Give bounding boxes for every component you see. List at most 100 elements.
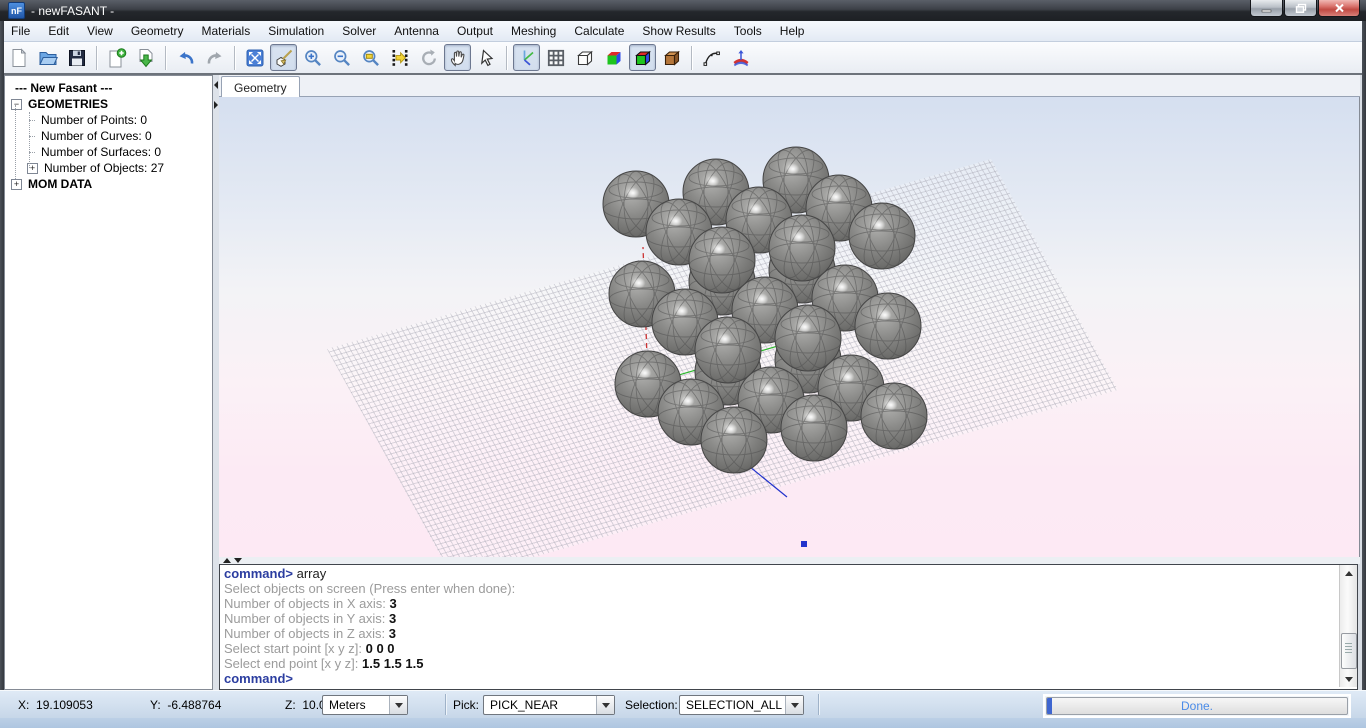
tree-item-geometries[interactable]: −GEOMETRIES — [9, 96, 212, 112]
minimize-icon — [1261, 4, 1273, 13]
tree-item-label: Number of Curves: 0 — [39, 129, 154, 143]
undo-button[interactable] — [172, 44, 199, 71]
expand-box-icon[interactable]: + — [11, 179, 22, 190]
pick-value: PICK_NEAR — [484, 698, 596, 712]
toolbar — [0, 42, 1366, 73]
units-dropdown-button[interactable] — [389, 696, 407, 714]
view-shaded-button[interactable] — [600, 44, 627, 71]
units-select[interactable]: Meters — [322, 695, 408, 715]
frame-step-icon — [390, 48, 410, 68]
select-cursor-button[interactable] — [473, 44, 500, 71]
menu-geometry[interactable]: Geometry — [122, 22, 193, 40]
toolbar-separator — [691, 46, 692, 70]
collapse-box-icon[interactable]: − — [11, 99, 22, 110]
tab-geometry[interactable]: Geometry — [221, 76, 300, 98]
rotate-view-button[interactable] — [415, 44, 442, 71]
coord-x: X: 19.109053 — [18, 698, 93, 712]
zoom-in-button[interactable] — [299, 44, 326, 71]
open-file-icon — [38, 48, 58, 68]
console-scrollbar[interactable] — [1339, 565, 1357, 687]
window-bottom-border — [0, 718, 1366, 728]
scroll-up-button[interactable] — [1340, 565, 1357, 581]
restore-icon — [1295, 3, 1307, 13]
chevron-down-icon — [395, 703, 403, 708]
zoom-in-icon — [303, 48, 323, 68]
collapse-left-arrow-icon[interactable] — [214, 81, 218, 89]
scrollbar-thumb[interactable] — [1341, 633, 1357, 669]
restore-button[interactable] — [1284, 0, 1317, 17]
tree-item-mom-data[interactable]: +MOM DATA — [9, 176, 212, 192]
collapse-down-arrow-icon[interactable] — [234, 558, 242, 563]
viewport-3d[interactable] — [219, 97, 1360, 557]
tree-item-new-fasant[interactable]: --- New Fasant --- — [9, 80, 212, 96]
zoom-out-button[interactable] — [328, 44, 355, 71]
frame-step-button[interactable] — [386, 44, 413, 71]
menu-show-results[interactable]: Show Results — [633, 22, 724, 40]
scroll-down-button[interactable] — [1340, 671, 1357, 687]
menu-calculate[interactable]: Calculate — [565, 22, 633, 40]
tree-item-label: --- New Fasant --- — [13, 81, 114, 95]
pick-select[interactable]: PICK_NEAR — [483, 695, 615, 715]
toolbar-separator — [506, 46, 507, 70]
app-icon: nF — [8, 2, 25, 19]
menu-file[interactable]: File — [2, 22, 39, 40]
new-page-add-icon — [107, 48, 127, 68]
progress-label: Done. — [1047, 699, 1347, 713]
command-console[interactable]: command> arraySelect objects on screen (… — [219, 564, 1358, 690]
view-wireframe-button[interactable] — [571, 44, 598, 71]
import-file-button[interactable] — [132, 44, 159, 71]
view-textured-button[interactable] — [658, 44, 685, 71]
pan-view-button[interactable] — [444, 44, 471, 71]
chevron-down-icon — [791, 703, 799, 708]
window-left-border — [0, 21, 4, 690]
show-grid-button[interactable] — [542, 44, 569, 71]
tree-item-number-of-curves-0[interactable]: Number of Curves: 0 — [9, 128, 212, 144]
create-curve-button[interactable] — [698, 44, 725, 71]
menu-output[interactable]: Output — [448, 22, 502, 40]
view-wireframe-icon — [575, 48, 595, 68]
selection-select[interactable]: SELECTION_ALL — [679, 695, 804, 715]
menu-view[interactable]: View — [78, 22, 122, 40]
close-button[interactable] — [1318, 0, 1360, 17]
status-separator — [818, 694, 819, 715]
pick-dropdown-button[interactable] — [596, 696, 614, 714]
tree-item-number-of-objects-27[interactable]: +Number of Objects: 27 — [9, 160, 212, 176]
geometry-tree-panel: --- New Fasant ---−GEOMETRIESNumber of P… — [4, 75, 213, 690]
title-bar[interactable]: nF - newFASANT - — [0, 0, 1366, 21]
console-line: Select objects on screen (Press enter wh… — [224, 581, 1353, 596]
minimize-button[interactable] — [1250, 0, 1283, 17]
menu-materials[interactable]: Materials — [193, 22, 260, 40]
select-cursor-icon — [477, 48, 497, 68]
open-file-button[interactable] — [34, 44, 61, 71]
console-line: command> array — [224, 566, 1353, 581]
console-line: Number of objects in Z axis: 3 — [224, 626, 1353, 641]
menu-edit[interactable]: Edit — [39, 22, 78, 40]
show-axes-button[interactable] — [513, 44, 540, 71]
menu-help[interactable]: Help — [771, 22, 814, 40]
selection-dropdown-button[interactable] — [785, 696, 803, 714]
new-file-button[interactable] — [5, 44, 32, 71]
progress-track: Done. — [1046, 697, 1348, 715]
tree-item-number-of-surfaces-0[interactable]: Number of Surfaces: 0 — [9, 144, 212, 160]
console-splitter[interactable] — [219, 557, 1360, 564]
selection-value: SELECTION_ALL — [680, 698, 785, 712]
collapse-right-arrow-icon[interactable] — [214, 101, 218, 109]
menu-tools[interactable]: Tools — [725, 22, 771, 40]
orbit-view-icon — [274, 48, 294, 68]
surface-normals-button[interactable] — [727, 44, 754, 71]
pick-label: Pick: — [453, 698, 479, 712]
menu-solver[interactable]: Solver — [333, 22, 385, 40]
save-file-button[interactable] — [63, 44, 90, 71]
tree-item-number-of-points-0[interactable]: Number of Points: 0 — [9, 112, 212, 128]
menu-simulation[interactable]: Simulation — [259, 22, 333, 40]
zoom-window-button[interactable] — [357, 44, 384, 71]
collapse-up-arrow-icon[interactable] — [223, 558, 231, 563]
save-file-icon — [67, 48, 87, 68]
fit-view-button[interactable] — [241, 44, 268, 71]
redo-button[interactable] — [201, 44, 228, 71]
view-shaded-edges-button[interactable] — [629, 44, 656, 71]
orbit-view-button[interactable] — [270, 44, 297, 71]
menu-antenna[interactable]: Antenna — [385, 22, 448, 40]
new-page-add-button[interactable] — [103, 44, 130, 71]
menu-meshing[interactable]: Meshing — [502, 22, 565, 40]
